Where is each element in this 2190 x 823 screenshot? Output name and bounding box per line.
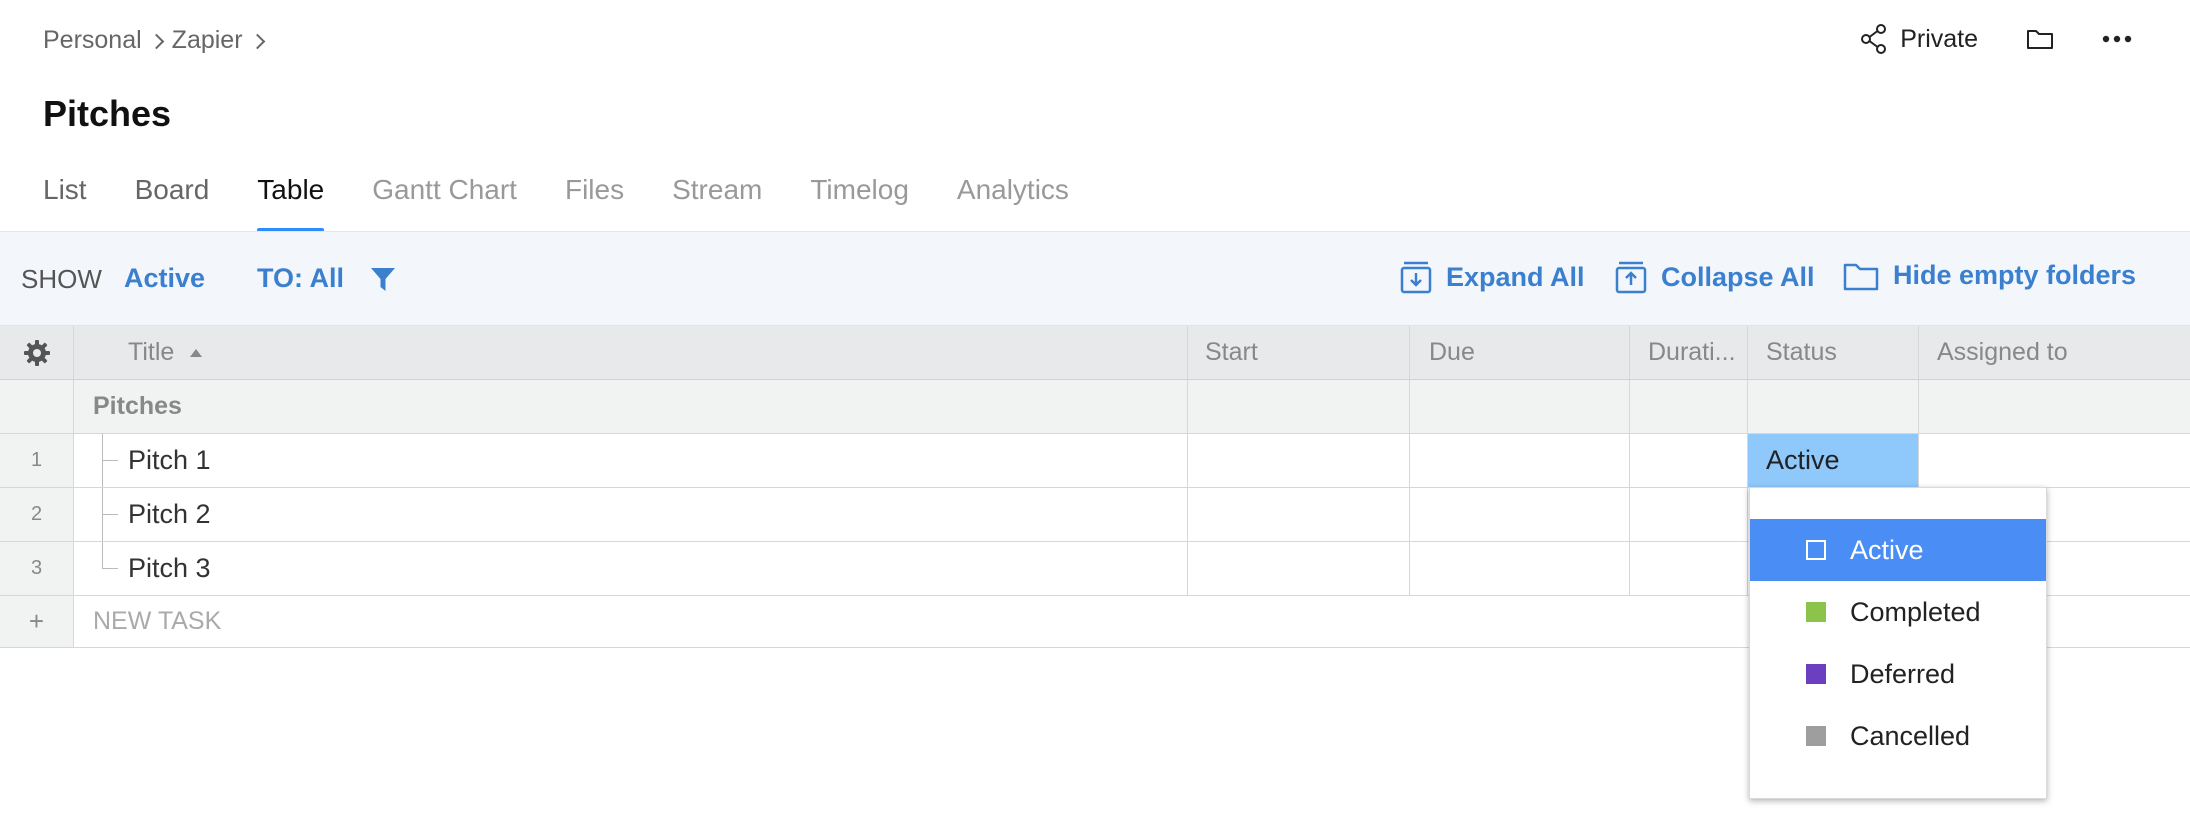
group-row-gutter <box>0 380 74 433</box>
tree-connector <box>102 488 118 541</box>
task-start-cell[interactable] <box>1188 542 1410 595</box>
task-duration-cell[interactable] <box>1630 488 1748 541</box>
group-status-cell <box>1748 380 1919 433</box>
privacy-label: Private <box>1900 24 1978 53</box>
tree-connector <box>102 542 118 595</box>
status-dropdown: Active Completed Deferred Cancelled <box>1749 487 2047 799</box>
more-options-button[interactable] <box>2102 34 2132 44</box>
task-start-cell[interactable] <box>1188 488 1410 541</box>
chevron-right-icon <box>243 29 273 53</box>
task-title-cell[interactable]: Pitch 3 <box>74 542 1188 595</box>
folder-icon <box>2027 30 2053 49</box>
folder-icon <box>1843 263 1879 290</box>
tab-table[interactable]: Table <box>257 170 324 232</box>
task-assigned-cell[interactable] <box>1919 434 2190 487</box>
column-header-assigned-to[interactable]: Assigned to <box>1919 326 2190 379</box>
filter-icon[interactable] <box>370 266 396 299</box>
group-due-cell <box>1410 380 1630 433</box>
tab-stream[interactable]: Stream <box>672 170 762 232</box>
add-task-icon[interactable]: + <box>0 596 74 647</box>
table-row[interactable]: 1 Pitch 1 Active <box>0 434 2190 488</box>
tree-connector <box>102 434 118 487</box>
collapse-all-label: Collapse All <box>1661 261 1815 292</box>
folder-button[interactable] <box>2026 27 2054 51</box>
column-header-status[interactable]: Status <box>1748 326 1919 379</box>
column-header-title[interactable]: Title <box>74 326 1188 379</box>
sort-ascending-icon <box>190 348 203 357</box>
task-duration-cell[interactable] <box>1630 542 1748 595</box>
table-header-row: Title Start Due Durati... Status Assigne… <box>0 326 2190 380</box>
filter-toolbar: SHOW Active TO: All Expand All Collapse … <box>0 232 2190 326</box>
view-tabs: List Board Table Gantt Chart Files Strea… <box>43 170 1117 232</box>
tab-files[interactable]: Files <box>565 170 624 232</box>
task-title-cell[interactable]: Pitch 1 <box>74 434 1188 487</box>
status-color-swatch <box>1806 664 1826 684</box>
status-color-swatch <box>1806 726 1826 746</box>
expand-all-label: Expand All <box>1446 261 1585 292</box>
hide-empty-label: Hide empty folders <box>1893 260 2137 290</box>
tab-timelog[interactable]: Timelog <box>810 170 909 232</box>
tab-gantt-chart[interactable]: Gantt Chart <box>372 170 517 232</box>
task-title: Pitch 2 <box>128 499 211 529</box>
row-number: 3 <box>0 542 74 595</box>
tab-list[interactable]: List <box>43 170 87 232</box>
group-duration-cell <box>1630 380 1748 433</box>
status-color-swatch <box>1806 540 1826 560</box>
task-status-cell[interactable]: Active <box>1748 434 1919 487</box>
status-option-cancelled[interactable]: Cancelled <box>1750 705 2046 767</box>
row-number: 2 <box>0 488 74 541</box>
group-assigned-cell <box>1919 380 2190 433</box>
assignee-filter-button[interactable]: TO: All <box>257 263 344 294</box>
group-title[interactable]: Pitches <box>74 380 1188 433</box>
status-option-label: Cancelled <box>1850 720 1971 751</box>
task-start-cell[interactable] <box>1188 434 1410 487</box>
status-option-completed[interactable]: Completed <box>1750 581 2046 643</box>
row-number: 1 <box>0 434 74 487</box>
task-duration-cell[interactable] <box>1630 434 1748 487</box>
breadcrumb-zapier[interactable]: Zapier <box>172 26 243 55</box>
collapse-all-button[interactable]: Collapse All <box>1615 260 1815 294</box>
status-option-label: Completed <box>1850 596 1981 627</box>
status-option-label: Active <box>1850 534 1924 565</box>
tab-analytics[interactable]: Analytics <box>957 170 1069 232</box>
status-option-deferred[interactable]: Deferred <box>1750 643 2046 705</box>
column-title-label: Title <box>128 338 175 366</box>
page-title: Pitches <box>43 93 172 134</box>
group-start-cell <box>1188 380 1410 433</box>
breadcrumb: Personal Zapier <box>43 26 273 55</box>
expand-all-button[interactable]: Expand All <box>1400 260 1585 294</box>
column-header-duration[interactable]: Durati... <box>1630 326 1748 379</box>
task-title-cell[interactable]: Pitch 2 <box>74 488 1188 541</box>
hide-empty-folders-button[interactable]: Hide empty folders <box>1843 260 2136 291</box>
expand-icon <box>1400 261 1432 294</box>
header-actions: Private <box>1860 24 2132 54</box>
tab-board[interactable]: Board <box>135 170 210 232</box>
table-settings-button[interactable] <box>0 326 74 379</box>
gear-icon <box>23 339 50 366</box>
task-due-cell[interactable] <box>1410 434 1630 487</box>
privacy-button[interactable]: Private <box>1860 24 1978 54</box>
group-row: Pitches <box>0 380 2190 434</box>
column-header-due[interactable]: Due <box>1410 326 1630 379</box>
column-header-start[interactable]: Start <box>1188 326 1410 379</box>
status-option-label: Deferred <box>1850 658 1956 689</box>
task-title: Pitch 3 <box>128 553 211 583</box>
task-due-cell[interactable] <box>1410 542 1630 595</box>
task-due-cell[interactable] <box>1410 488 1630 541</box>
chevron-right-icon <box>142 29 172 53</box>
task-title: Pitch 1 <box>128 445 211 475</box>
collapse-icon <box>1615 261 1647 294</box>
breadcrumb-personal[interactable]: Personal <box>43 26 142 55</box>
show-label: SHOW <box>21 264 102 294</box>
status-color-swatch <box>1806 602 1826 622</box>
show-filter-button[interactable]: Active <box>124 263 205 294</box>
share-icon <box>1861 24 1887 54</box>
more-horizontal-icon <box>2102 35 2132 43</box>
status-option-active[interactable]: Active <box>1750 519 2046 581</box>
